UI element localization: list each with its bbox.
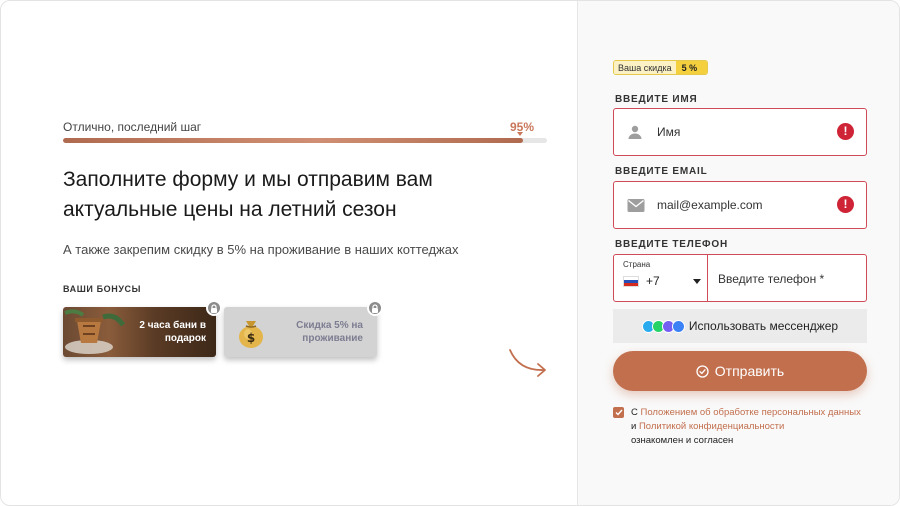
discount-badge: Ваша скидка 5 % [613,60,709,75]
progress-bar [63,138,547,143]
curved-arrow-icon [509,349,546,377]
page-title: Заполните форму и мы отправим вам актуал… [63,168,433,221]
bath-image-icon [64,309,126,354]
bonuses-heading: ВАШИ БОНУСЫ [63,284,142,294]
use-messenger-button[interactable]: Использовать мессенджер [613,309,867,343]
country-select[interactable]: Страна +7 [614,255,708,301]
use-messenger-label: Использовать мессенджер [688,319,839,333]
bonus-card-bath: 2 часа бани в подарок [63,300,222,357]
submit-button[interactable]: Отправить [613,351,867,391]
consent-text: С Положением об обработке персональных д… [631,407,861,446]
phone-label: ВВЕДИТЕ ТЕЛЕФОН [615,239,728,250]
bonus-card-discount: $ Скидка 5% на проживание [224,300,383,357]
error-icon: ! [837,196,854,213]
messenger-icons [641,319,685,333]
russia-flag-icon [623,276,639,287]
progress-label: Отлично, последний шаг [63,120,202,134]
name-field[interactable]: Имя ! [613,108,867,156]
discount-badge-label: Ваша скидка [614,61,676,74]
country-label: Страна [623,260,651,269]
page-subtitle: А также закрепим скидку в 5% на проживан… [63,242,459,257]
progress-marker-icon [517,132,523,136]
submit-label: Отправить [714,363,785,379]
name-placeholder: Имя [657,125,681,139]
phone-field: Страна +7 Введите телефон * [613,254,867,302]
name-label: ВВЕДИТЕ ИМЯ [615,94,698,105]
envelope-icon [627,199,645,212]
email-field[interactable]: mail@example.com ! [613,181,867,229]
phone-input[interactable]: Введите телефон * [718,272,824,286]
check-circle-icon [696,364,709,378]
email-label: ВВЕДИТЕ EMAIL [615,166,708,177]
messenger-icon [671,319,685,333]
consent-checkbox[interactable] [613,407,624,418]
country-code: +7 [646,274,660,288]
discount-badge-value: 5 % [675,61,708,74]
user-icon [628,125,642,139]
progress-fill [63,138,523,143]
privacy-policy-link[interactable]: Политикой конфиденциальности [639,421,784,432]
privacy-regulation-link[interactable]: Положением об обработке персональных дан… [641,407,861,418]
money-bag-icon: $ [239,321,263,348]
page-frame: Отлично, последний шаг 95% Заполните фор… [0,0,900,506]
lock-icon [367,300,383,316]
lock-icon [206,300,222,316]
bonus-bath-text: 2 часа бани в подарок [139,320,206,344]
chevron-down-icon [693,279,701,284]
error-icon: ! [837,123,854,140]
svg-text:$: $ [247,331,255,345]
bonus-discount-text: Скидка 5% на проживание [296,320,363,344]
email-placeholder: mail@example.com [657,198,763,212]
